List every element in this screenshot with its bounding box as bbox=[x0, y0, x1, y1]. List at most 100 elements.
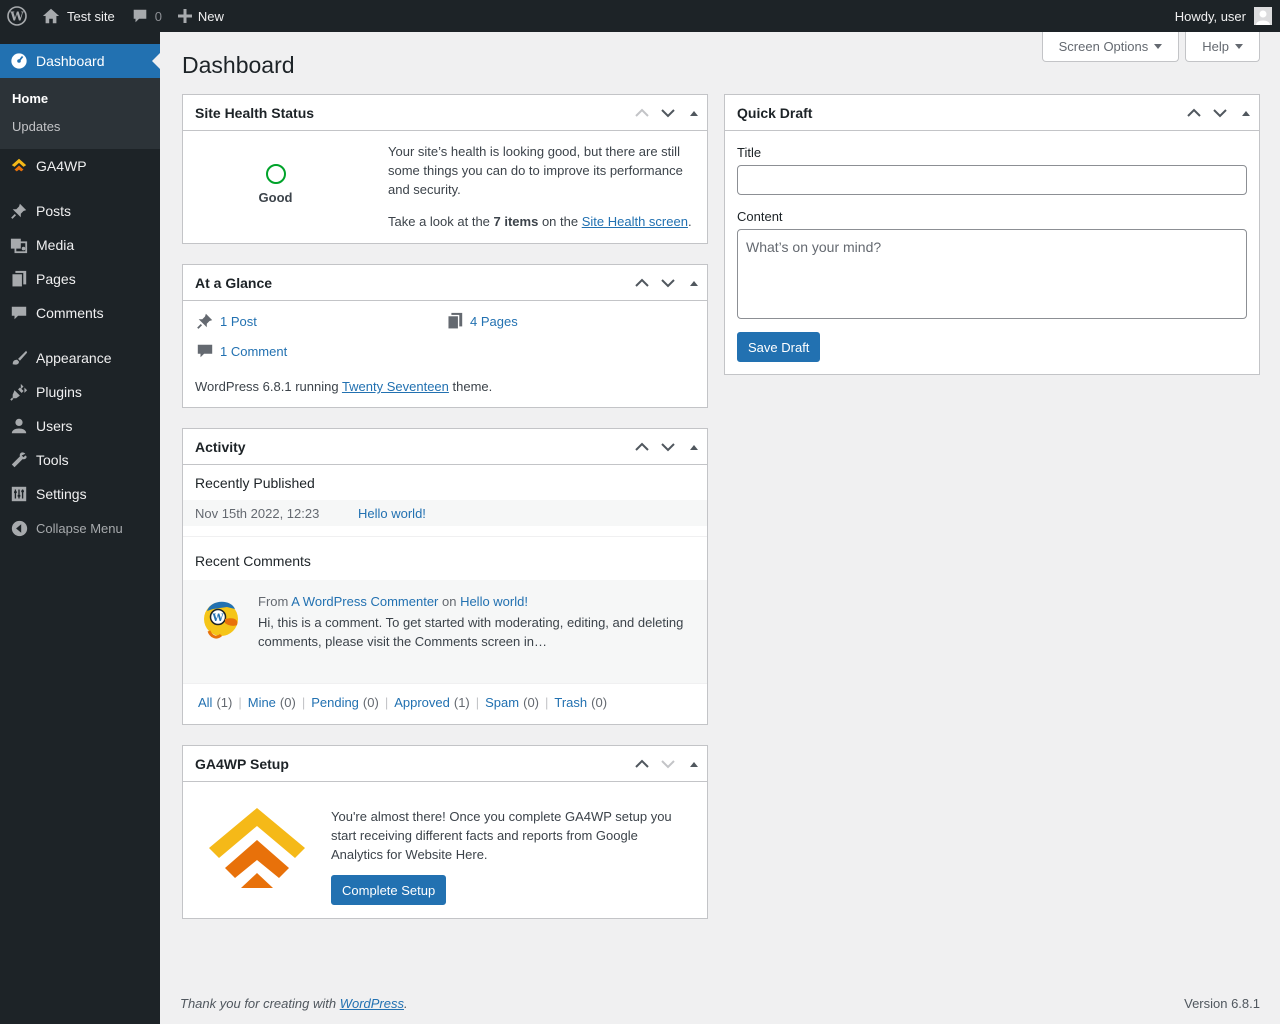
footer-thankyou: Thank you for creating with WordPress. bbox=[180, 996, 408, 1011]
move-up-icon[interactable] bbox=[629, 265, 655, 301]
screen-options-button[interactable]: Screen Options bbox=[1041, 32, 1180, 62]
toggle-panel-icon[interactable] bbox=[681, 95, 707, 131]
menu-tools-label: Tools bbox=[36, 452, 69, 468]
filter-trash[interactable]: Trash (0) bbox=[554, 695, 607, 710]
submenu-updates[interactable]: Updates bbox=[0, 113, 160, 141]
filter-spam[interactable]: Spam (0) bbox=[485, 695, 539, 710]
comments-count-link[interactable]: 1 Comment bbox=[220, 344, 287, 359]
menu-users[interactable]: Users bbox=[0, 409, 160, 443]
ga4wp-icon bbox=[9, 156, 29, 176]
widget-controls bbox=[629, 95, 707, 131]
filter-label: Mine bbox=[247, 695, 276, 710]
collapse-menu-label: Collapse Menu bbox=[36, 520, 123, 536]
site-health-screen-link[interactable]: Site Health screen bbox=[582, 214, 688, 229]
commenter-link[interactable]: A WordPress Commenter bbox=[291, 594, 438, 609]
text-fragment: . bbox=[404, 996, 408, 1011]
separator: | bbox=[238, 695, 242, 710]
complete-setup-button[interactable]: Complete Setup bbox=[331, 875, 447, 905]
menu-appearance[interactable]: Appearance bbox=[0, 341, 160, 375]
move-down-icon[interactable] bbox=[655, 95, 681, 131]
move-up-icon[interactable] bbox=[629, 746, 655, 782]
content-placeholder: What’s on your mind? bbox=[746, 239, 882, 255]
menu-ga4wp[interactable]: GA4WP bbox=[0, 149, 160, 183]
pages-icon bbox=[9, 269, 29, 289]
move-up-icon[interactable] bbox=[1181, 95, 1207, 131]
wordpress-logo-icon[interactable]: W bbox=[0, 0, 34, 32]
theme-link[interactable]: Twenty Seventeen bbox=[342, 379, 449, 394]
commenter-avatar: W bbox=[197, 593, 247, 643]
menu-media[interactable]: Media bbox=[0, 228, 160, 262]
menu-dashboard[interactable]: Dashboard bbox=[0, 44, 160, 78]
collapse-arrow-icon bbox=[9, 518, 29, 538]
draft-title-input[interactable] bbox=[737, 165, 1247, 195]
submenu-home[interactable]: Home bbox=[0, 85, 160, 113]
glance-posts[interactable]: 1 Post bbox=[195, 311, 257, 331]
filter-label: Trash bbox=[554, 695, 588, 710]
toggle-panel-icon[interactable] bbox=[1233, 95, 1259, 131]
toggle-panel-icon[interactable] bbox=[681, 429, 707, 465]
filter-count: (1) bbox=[216, 695, 233, 710]
move-down-icon[interactable] bbox=[655, 746, 681, 782]
my-account-link[interactable]: Howdy, user bbox=[1167, 0, 1280, 32]
filter-approved[interactable]: Approved (1) bbox=[394, 695, 470, 710]
dashboard-submenu: Home Updates bbox=[0, 78, 160, 149]
move-down-icon[interactable] bbox=[655, 265, 681, 301]
widget-controls bbox=[629, 265, 707, 301]
toggle-panel-icon[interactable] bbox=[681, 746, 707, 782]
admin-sidebar: Dashboard Home Updates GA4WP Posts Media… bbox=[0, 32, 160, 1024]
menu-tools[interactable]: Tools bbox=[0, 443, 160, 477]
toggle-panel-icon[interactable] bbox=[681, 265, 707, 301]
new-content-link[interactable]: New bbox=[170, 0, 232, 32]
move-down-icon[interactable] bbox=[655, 429, 681, 465]
comment-bubble-icon bbox=[195, 341, 215, 361]
menu-posts[interactable]: Posts bbox=[0, 194, 160, 228]
menu-comments[interactable]: Comments bbox=[0, 296, 160, 330]
filter-all[interactable]: All (1) bbox=[198, 695, 232, 710]
comment-post-link[interactable]: Hello world! bbox=[460, 594, 528, 609]
page-title: Dashboard bbox=[182, 52, 295, 78]
filter-mine[interactable]: Mine (0) bbox=[248, 695, 296, 710]
ga4wp-logo-icon bbox=[207, 808, 307, 892]
items-count: 7 items bbox=[493, 214, 539, 229]
main-content: Screen Options Help Dashboard Site Healt… bbox=[160, 32, 1280, 1024]
home-icon bbox=[42, 7, 60, 25]
dropdown-arrow-icon bbox=[1154, 44, 1163, 49]
post-title-link[interactable]: Hello world! bbox=[358, 506, 426, 521]
move-up-icon[interactable] bbox=[629, 429, 655, 465]
filter-label: All bbox=[198, 695, 213, 710]
save-draft-button[interactable]: Save Draft bbox=[737, 332, 821, 362]
menu-plugins[interactable]: Plugins bbox=[0, 375, 160, 409]
help-button[interactable]: Help bbox=[1185, 32, 1260, 62]
menu-plugins-label: Plugins bbox=[36, 384, 82, 400]
wordpress-link[interactable]: WordPress bbox=[340, 996, 404, 1011]
divider bbox=[183, 683, 707, 684]
widget-title: GA4WP Setup bbox=[195, 755, 289, 772]
menu-pages[interactable]: Pages bbox=[0, 262, 160, 296]
menu-ga4wp-label: GA4WP bbox=[36, 158, 87, 174]
pages-count-link[interactable]: 4 Pages bbox=[470, 314, 518, 329]
text-fragment: . bbox=[687, 214, 692, 229]
site-health-description: Your site’s health is looking good, but … bbox=[388, 142, 698, 231]
menu-settings[interactable]: Settings bbox=[0, 477, 160, 511]
menu-separator bbox=[0, 330, 160, 341]
comments-link[interactable]: 0 bbox=[123, 0, 170, 32]
filter-pending[interactable]: Pending (0) bbox=[311, 695, 379, 710]
menu-users-label: Users bbox=[36, 418, 73, 434]
site-name-link[interactable]: Test site bbox=[34, 0, 123, 32]
menu-appearance-label: Appearance bbox=[36, 350, 112, 366]
draft-content-textarea[interactable]: What’s on your mind? bbox=[737, 229, 1247, 319]
media-icon bbox=[9, 235, 29, 255]
move-down-icon[interactable] bbox=[1207, 95, 1233, 131]
health-status-label: Good bbox=[258, 190, 293, 205]
move-up-icon[interactable] bbox=[629, 95, 655, 131]
paintbrush-icon bbox=[9, 348, 29, 368]
glance-pages[interactable]: 4 Pages bbox=[445, 311, 518, 331]
collapse-menu-button[interactable]: Collapse Menu bbox=[0, 511, 160, 545]
new-label: New bbox=[197, 8, 224, 24]
filter-count: (1) bbox=[453, 695, 470, 710]
activity-widget: Activity Recently Published Nov 15th 202… bbox=[182, 428, 708, 725]
posts-count-link[interactable]: 1 Post bbox=[220, 314, 257, 329]
glance-comments[interactable]: 1 Comment bbox=[195, 341, 287, 361]
pushpin-icon bbox=[9, 201, 29, 221]
filter-label: Approved bbox=[394, 695, 450, 710]
